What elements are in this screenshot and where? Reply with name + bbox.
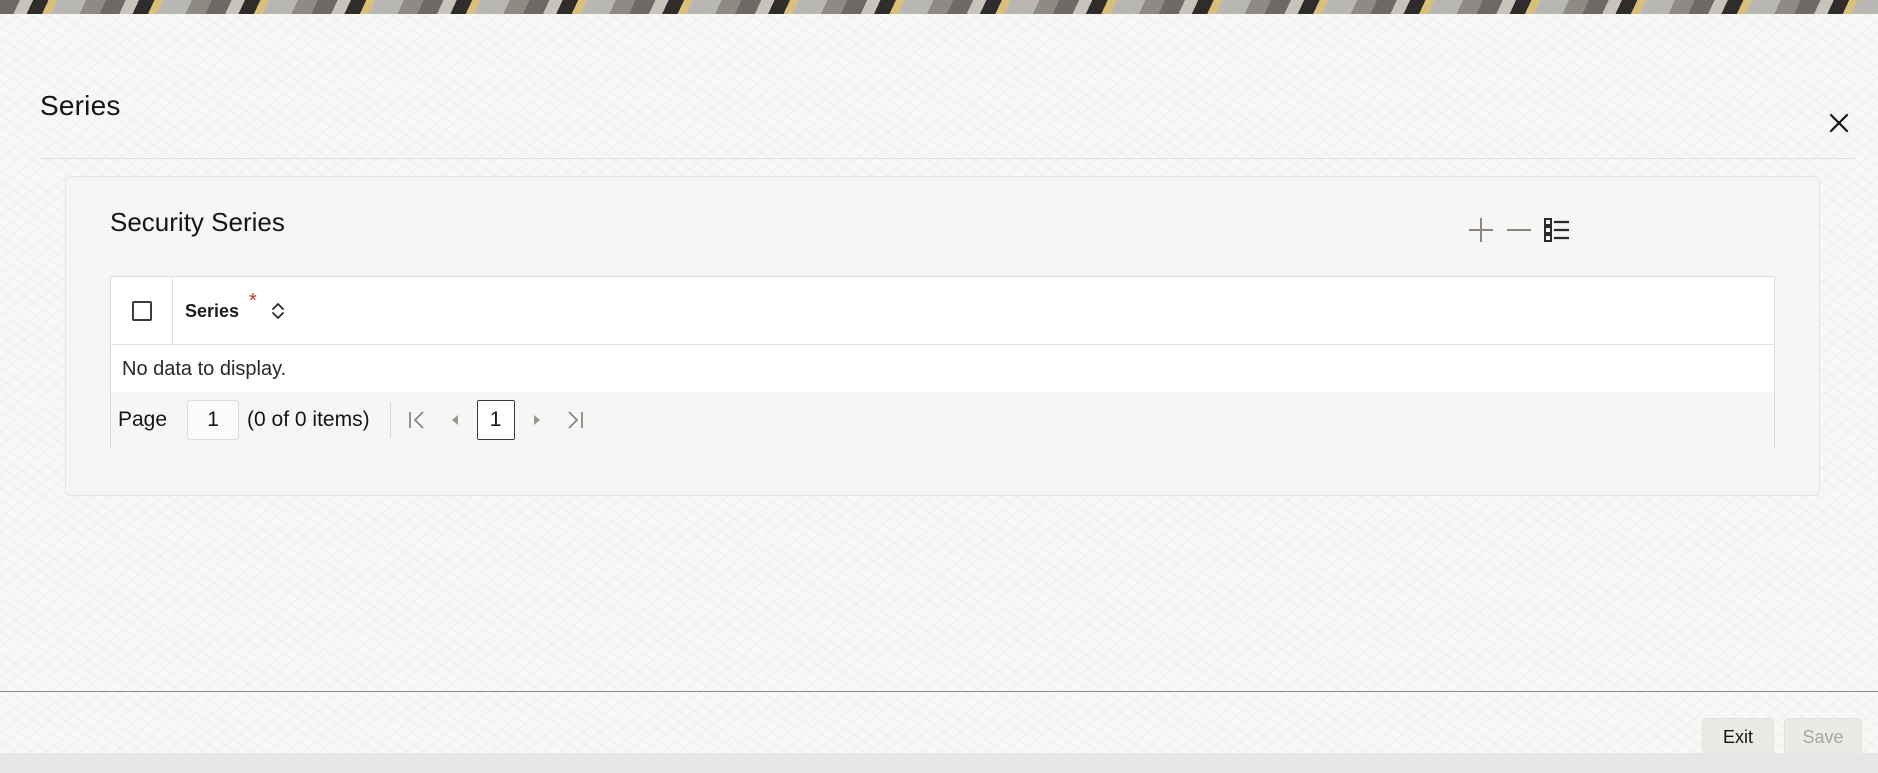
previous-page-button[interactable] [439,404,471,436]
header-divider [40,158,1856,159]
page-number-input[interactable]: 1 [187,400,240,440]
dialog-title: Series [40,90,121,121]
column-header-label: Series [185,300,240,321]
bottom-status-strip [0,753,1878,773]
close-button[interactable] [1822,106,1856,140]
security-series-panel: Security Series Series * No data to disp… [65,176,1820,496]
column-header-series[interactable]: Series * [185,277,289,345]
footer-divider [0,691,1878,692]
pagination-bar: Page 1 (0 of 0 items) 1 [111,392,1774,448]
previous-page-icon [451,415,458,425]
required-marker: * [249,289,257,312]
first-page-icon [408,411,424,429]
single-record-view-button[interactable] [1542,215,1572,245]
close-icon [1829,113,1849,133]
panel-title: Security Series [110,207,285,237]
select-all-cell [111,277,173,345]
grid-toolbar [1466,215,1572,245]
select-all-checkbox[interactable] [131,301,152,321]
pager-divider [389,402,391,438]
page-number-button[interactable]: 1 [476,400,515,440]
last-page-button[interactable] [559,404,591,436]
top-banner [0,0,1878,14]
items-summary: (0 of 0 items) [247,408,370,431]
last-page-icon [567,411,583,429]
security-series-grid: Series * No data to display. Page 1 (0 o… [110,276,1775,448]
sort-icon[interactable] [271,300,289,322]
plus-icon [1469,218,1493,242]
exit-button[interactable]: Exit [1702,718,1774,756]
next-page-button[interactable] [521,404,553,436]
minus-icon [1507,229,1531,231]
empty-message: No data to display. [122,358,287,380]
next-page-icon [533,415,540,425]
page-label: Page [118,408,168,431]
add-row-button[interactable] [1466,215,1496,245]
first-page-button[interactable] [401,404,433,436]
save-button[interactable]: Save [1784,718,1862,756]
remove-row-button[interactable] [1504,215,1534,245]
series-dialog: Series Security Series Series * No data … [0,14,1878,756]
list-view-icon [1544,218,1569,242]
grid-header-row: Series * [111,277,1774,345]
